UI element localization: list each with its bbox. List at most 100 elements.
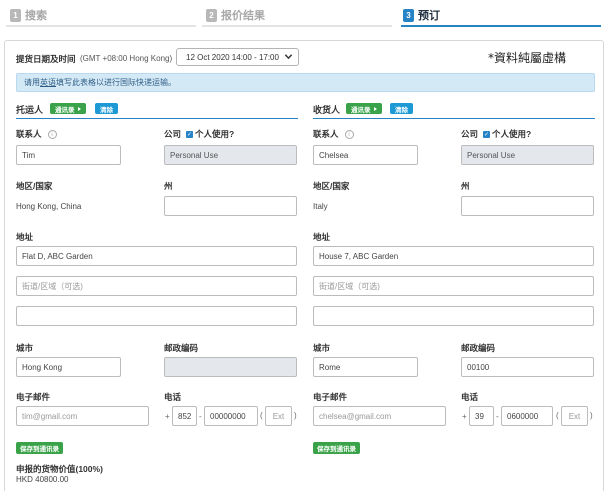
- step-number: 3: [403, 8, 414, 22]
- consignee-divider: [313, 118, 595, 119]
- shipper-divider: [16, 118, 298, 119]
- shipper-save-to-address-book-button[interactable]: 保存到通讯录: [16, 442, 63, 454]
- consignee-region-label: 地区/国家: [313, 181, 350, 191]
- shipper-contact-input[interactable]: Tim: [16, 145, 121, 165]
- checkbox-checked-icon[interactable]: ✓: [483, 131, 491, 139]
- shipper-state-input[interactable]: [164, 196, 297, 216]
- shipper-city-input[interactable]: Hong Kong: [16, 357, 121, 377]
- consignee-city-label: 城市: [313, 343, 331, 353]
- notice-text-after: 填写此表格以进行国际快递运输。: [56, 78, 176, 87]
- shipper-company-label: 公司 ✓ 个人使用?: [164, 128, 234, 140]
- consignee-postcode-input[interactable]: 00100: [461, 357, 594, 377]
- consignee-state-label: 州: [461, 181, 470, 191]
- phone-dash: -: [199, 412, 202, 421]
- consignee-company-input: Personal Use: [461, 145, 594, 165]
- declared-value-amount: HKD 40800.00: [16, 475, 69, 484]
- consignee-clear-button[interactable]: 清除: [390, 103, 413, 114]
- pickup-datetime-label: 提货日期及时间: [16, 54, 76, 64]
- caret-right-icon: [373, 106, 377, 111]
- shipper-phone-number-input[interactable]: 00000000: [204, 406, 258, 426]
- ext-close-paren: ): [294, 411, 297, 420]
- phone-plus-sign: +: [462, 412, 467, 421]
- phone-dash: -: [496, 412, 499, 421]
- english-notice-banner: 请用 英语 填写此表格以进行国际快递运输。: [16, 73, 595, 92]
- consignee-contact-input[interactable]: Chelsea: [313, 145, 418, 165]
- caret-right-icon: [77, 106, 81, 111]
- shipper-postcode-input: [164, 357, 297, 377]
- consignee-company-label: 公司 ✓ 个人使用?: [461, 128, 531, 140]
- notice-english-link[interactable]: 英语: [40, 77, 56, 88]
- declared-value-label: 申报的货物价值(100%): [16, 464, 103, 474]
- step-quote-results[interactable]: 2 报价结果: [206, 7, 265, 23]
- step-booking[interactable]: 3 预订: [403, 7, 440, 23]
- step-track: [202, 25, 392, 27]
- pickup-selected-value: 12 Oct 2020 14:00 - 17:00: [186, 52, 279, 62]
- shipper-postcode-label: 邮政编码: [164, 343, 199, 353]
- shipper-phone-code-input[interactable]: 852: [172, 406, 197, 426]
- chevron-down-icon: [284, 54, 293, 60]
- phone-plus-sign: +: [165, 412, 170, 421]
- consignee-save-to-address-book-button[interactable]: 保存到通讯录: [313, 442, 360, 454]
- contact-label-text: 联系人: [313, 129, 339, 139]
- personal-use-label: 个人使用?: [195, 129, 235, 139]
- ext-open-paren: (: [260, 411, 263, 420]
- shipper-region-value: Hong Kong, China: [16, 202, 82, 211]
- clear-label: 清除: [395, 106, 408, 114]
- fictional-data-watermark: *資料純屬虛構: [488, 51, 567, 65]
- consignee-phone-number-input[interactable]: 0600000: [501, 406, 553, 426]
- shipper-address-line3-input[interactable]: [16, 306, 297, 326]
- ext-open-paren: (: [556, 411, 559, 420]
- consignee-phone-ext-input[interactable]: Ext: [561, 406, 588, 426]
- shipper-contact-label: 联系人 i: [16, 128, 57, 140]
- consignee-address-label: 地址: [313, 232, 331, 242]
- shipper-state-label: 州: [164, 181, 173, 191]
- shipper-email-input[interactable]: tim@gmail.com: [16, 406, 149, 426]
- personal-use-label: 个人使用?: [492, 129, 532, 139]
- step-number: 2: [206, 8, 217, 22]
- step-progress-bar: 1 搜索 2 报价结果 3 预订: [0, 0, 607, 30]
- clear-label: 清除: [100, 106, 113, 114]
- shipper-city-label: 城市: [16, 343, 34, 353]
- shipper-address-line2-input[interactable]: 街道/区域（可选): [16, 276, 297, 296]
- shipper-phone-ext-input[interactable]: Ext: [265, 406, 292, 426]
- checkbox-checked-icon[interactable]: ✓: [186, 131, 194, 139]
- shipper-title: 托运人: [16, 105, 44, 115]
- step-number: 1: [10, 8, 21, 22]
- consignee-address-line1-input[interactable]: House 7, ABC Garden: [313, 246, 594, 266]
- consignee-contact-label: 联系人 i: [313, 128, 354, 140]
- step-search[interactable]: 1 搜索: [10, 7, 47, 23]
- shipper-address-line1-input[interactable]: Flat D, ABC Garden: [16, 246, 297, 266]
- consignee-address-line3-input[interactable]: [313, 306, 594, 326]
- info-icon[interactable]: i: [47, 130, 57, 140]
- consignee-city-input[interactable]: Rome: [313, 357, 418, 377]
- shipper-address-book-button[interactable]: 通讯录: [50, 103, 86, 114]
- consignee-email-label: 电子邮件: [313, 392, 348, 402]
- step-track: [6, 25, 196, 27]
- shipper-clear-button[interactable]: 清除: [95, 103, 118, 114]
- pickup-datetime-select[interactable]: 12 Oct 2020 14:00 - 17:00: [176, 48, 299, 66]
- address-book-label: 通讯录: [55, 106, 75, 114]
- step-track-active: [401, 25, 601, 27]
- consignee-phone-label: 电话: [461, 392, 479, 402]
- company-label-text: 公司: [164, 129, 182, 139]
- consignee-state-input[interactable]: [461, 196, 594, 216]
- shipper-address-label: 地址: [16, 232, 34, 242]
- ext-close-paren: ): [590, 411, 593, 420]
- company-label-text: 公司: [461, 129, 479, 139]
- info-icon[interactable]: i: [344, 130, 354, 140]
- consignee-email-input[interactable]: chelsea@gmail.com: [313, 406, 446, 426]
- step-label: 报价结果: [221, 10, 265, 22]
- consignee-region-value: Italy: [313, 202, 328, 211]
- consignee-address-book-button[interactable]: 通讯录: [346, 103, 382, 114]
- consignee-phone-code-input[interactable]: 39: [469, 406, 494, 426]
- shipper-phone-label: 电话: [164, 392, 182, 402]
- notice-text-before: 请用: [24, 78, 40, 87]
- shipper-email-label: 电子邮件: [16, 392, 51, 402]
- contact-label-text: 联系人: [16, 129, 42, 139]
- consignee-address-line2-input[interactable]: 街道/区域（可选): [313, 276, 594, 296]
- consignee-postcode-label: 邮政编码: [461, 343, 496, 353]
- shipper-company-input: Personal Use: [164, 145, 297, 165]
- pickup-timezone: (GMT +08:00 Hong Kong): [80, 54, 173, 63]
- address-book-label: 通讯录: [351, 106, 371, 114]
- step-label: 搜索: [25, 10, 47, 22]
